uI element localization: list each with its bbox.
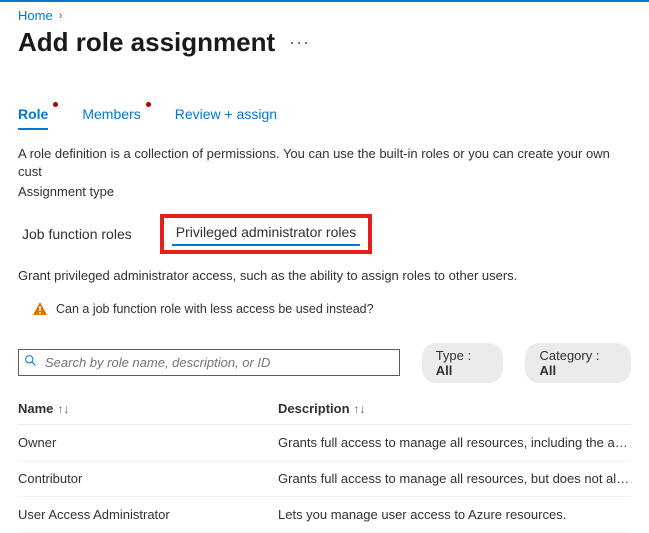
subtab-privileged-admin-roles[interactable]: Privileged administrator roles — [172, 222, 361, 246]
column-header-name[interactable]: Name↑↓ — [18, 401, 278, 416]
search-and-filters: Type : All Category : All — [0, 317, 649, 383]
info-suggestion-row: Can a job function role with less access… — [0, 283, 649, 317]
table-header: Name↑↓ Description↑↓ — [18, 397, 631, 425]
role-description-text: A role definition is a collection of per… — [0, 131, 649, 181]
filter-type-pill[interactable]: Type : All — [422, 343, 504, 383]
tab-role-label: Role — [18, 106, 48, 122]
column-header-description[interactable]: Description↑↓ — [278, 401, 631, 416]
assignment-type-label: Assignment type — [0, 181, 649, 201]
page-title: Add role assignment — [18, 27, 275, 58]
breadcrumb: Home › — [0, 2, 649, 23]
sort-icon: ↑↓ — [350, 402, 366, 416]
tab-review-assign[interactable]: Review + assign — [175, 100, 277, 130]
search-input[interactable] — [18, 349, 400, 376]
privileged-grant-text: Grant privileged administrator access, s… — [0, 254, 649, 283]
breadcrumb-home[interactable]: Home — [18, 8, 53, 23]
required-dot-icon — [53, 102, 58, 107]
role-description: Grants full access to manage all resourc… — [278, 471, 631, 486]
search-icon — [24, 354, 37, 370]
subtab-job-function-roles[interactable]: Job function roles — [18, 218, 136, 250]
filter-type-value: All — [436, 363, 453, 378]
search-box — [18, 349, 400, 376]
warning-icon — [32, 301, 48, 317]
highlight-annotation: Privileged administrator roles — [160, 214, 373, 254]
sort-icon: ↑↓ — [53, 402, 69, 416]
role-name: User Access Administrator — [18, 507, 278, 522]
filter-category-pill[interactable]: Category : All — [525, 343, 631, 383]
table-row[interactable]: User Access Administrator Lets you manag… — [18, 497, 631, 533]
role-description: Lets you manage user access to Azure res… — [278, 507, 631, 522]
tab-members[interactable]: Members — [82, 100, 140, 130]
table-row[interactable]: Owner Grants full access to manage all r… — [18, 425, 631, 461]
info-suggestion-text: Can a job function role with less access… — [56, 302, 374, 316]
tab-review-label: Review + assign — [175, 106, 277, 122]
page-title-row: Add role assignment ··· — [0, 23, 649, 58]
role-type-subtabs: Job function roles Privileged administra… — [0, 214, 649, 254]
role-name: Contributor — [18, 471, 278, 486]
tab-role[interactable]: Role — [18, 100, 48, 130]
filter-category-label: Category : — [539, 348, 599, 363]
wizard-tabs: Role Members Review + assign — [0, 100, 649, 131]
table-row[interactable]: Contributor Grants full access to manage… — [18, 461, 631, 497]
role-description: Grants full access to manage all resourc… — [278, 435, 631, 450]
more-actions-button[interactable]: ··· — [289, 32, 310, 53]
required-dot-icon — [146, 102, 151, 107]
roles-table: Name↑↓ Description↑↓ Owner Grants full a… — [0, 397, 649, 533]
filter-type-label: Type : — [436, 348, 471, 363]
tab-members-label: Members — [82, 106, 140, 122]
filter-category-value: All — [539, 363, 556, 378]
chevron-right-icon: › — [59, 10, 63, 22]
role-name: Owner — [18, 435, 278, 450]
